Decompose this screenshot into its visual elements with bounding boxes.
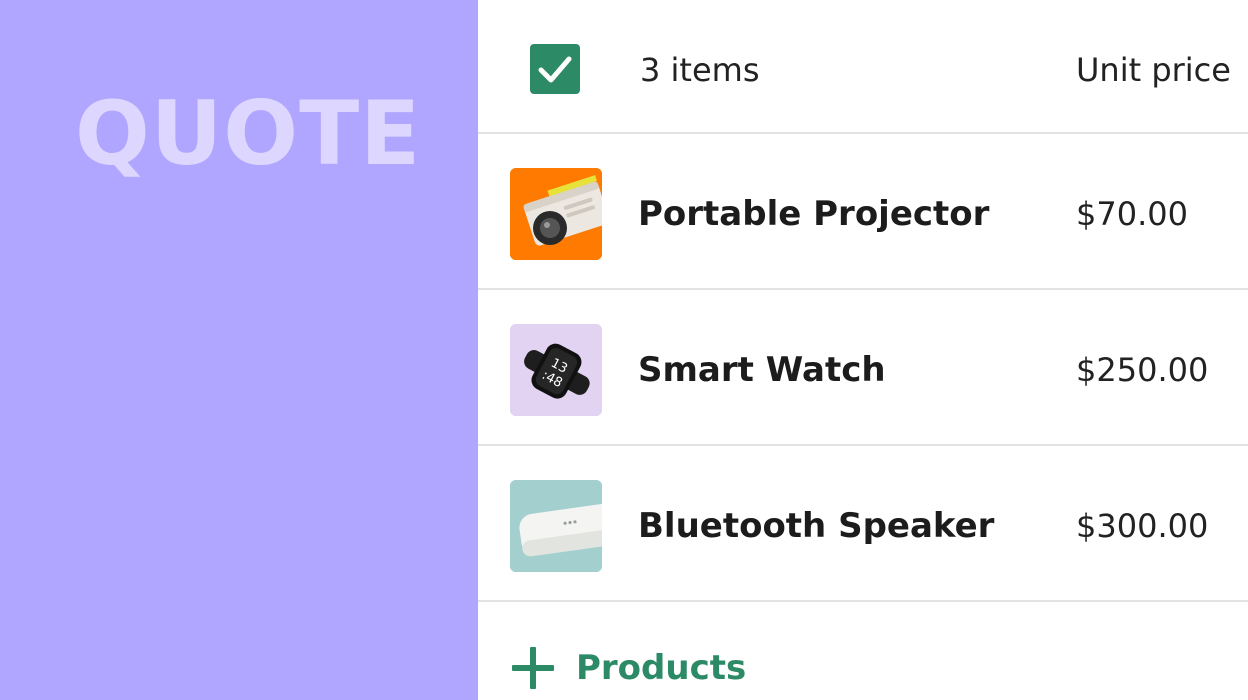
- add-products-label: Products: [576, 648, 747, 688]
- product-price: $70.00: [1076, 195, 1188, 233]
- product-price: $300.00: [1076, 507, 1209, 545]
- plus-icon: [512, 647, 554, 689]
- product-price: $250.00: [1076, 351, 1209, 389]
- quote-items-table: 3 items Unit price Portable Projector $7…: [478, 0, 1248, 700]
- product-name: Smart Watch: [638, 350, 886, 390]
- table-row[interactable]: 13 :48 Smart Watch $250.00: [478, 290, 1248, 446]
- table-row[interactable]: Bluetooth Speaker $300.00: [478, 446, 1248, 602]
- product-name: Portable Projector: [638, 194, 990, 234]
- items-count: 3 items: [640, 51, 760, 89]
- bluetooth-speaker-icon: [510, 480, 602, 572]
- table-row[interactable]: Portable Projector $70.00: [478, 134, 1248, 290]
- smart-watch-icon: 13 :48: [510, 324, 602, 416]
- quote-title: QUOTE: [75, 82, 422, 185]
- projector-icon: [510, 168, 602, 260]
- add-products-button[interactable]: Products: [510, 640, 746, 696]
- checkmark-icon: [538, 56, 572, 83]
- unit-price-column-header: Unit price: [1076, 51, 1231, 89]
- table-header: 3 items Unit price: [478, 0, 1248, 134]
- select-all-checkbox[interactable]: [530, 44, 580, 94]
- product-name: Bluetooth Speaker: [638, 506, 995, 546]
- left-panel: QUOTE: [0, 0, 478, 700]
